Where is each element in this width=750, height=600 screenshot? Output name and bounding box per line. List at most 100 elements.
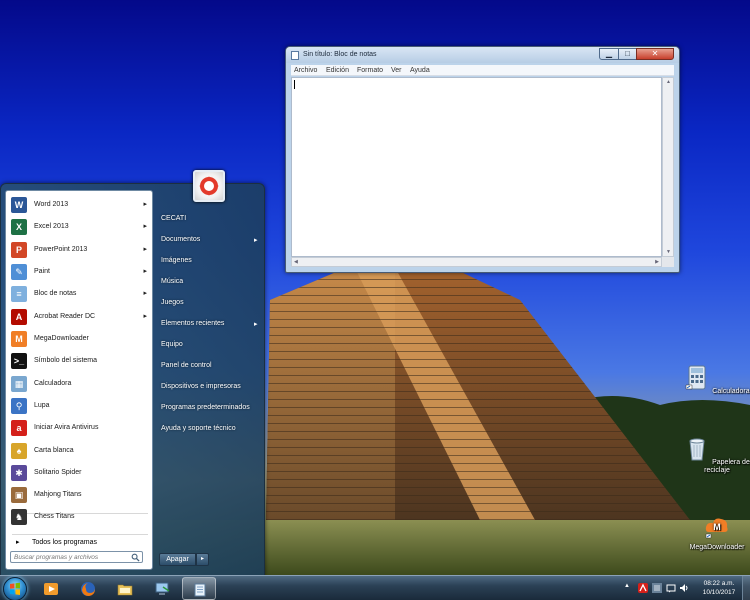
menu-formato[interactable]: Formato [357, 67, 383, 74]
all-programs-button[interactable]: ▸ Todos los programas [8, 535, 152, 551]
notepad-text-area[interactable] [291, 77, 662, 257]
program-item[interactable]: X Excel 2013 ▸ [8, 216, 152, 238]
submenu-arrow-icon[interactable]: ▸ [254, 236, 258, 244]
scroll-up-icon[interactable]: ▲ [666, 79, 671, 85]
submenu-arrow-icon[interactable]: ▸ [254, 320, 258, 328]
program-item[interactable]: >_ Símbolo del sistema [8, 350, 152, 372]
places-item[interactable]: Programas predeterminados [161, 404, 250, 411]
program-label: Chess Titans [34, 513, 75, 521]
start-button[interactable] [3, 577, 27, 600]
resize-grip[interactable] [662, 257, 674, 267]
word-icon: W [11, 197, 27, 213]
program-label: Iniciar Avira Antivirus [34, 424, 99, 432]
user-avatar-icon [199, 176, 219, 196]
notepad-icon [194, 583, 206, 597]
program-label: Excel 2013 [34, 223, 69, 231]
taskbar-notepad[interactable] [182, 577, 216, 600]
program-label: Solitario Spider [34, 468, 82, 476]
desktop-icon-megadownloader[interactable]: M MegaDownloader [681, 513, 750, 552]
places-item[interactable]: Dispositivos e impresoras [161, 383, 241, 390]
program-item[interactable]: ▣ Mahjong Titans [8, 484, 152, 506]
submenu-arrow-icon[interactable]: ▸ [143, 312, 147, 320]
search-input[interactable] [10, 551, 143, 563]
submenu-arrow-icon[interactable]: ▸ [143, 267, 147, 275]
places-item[interactable]: Panel de control [161, 362, 212, 369]
recycle-bin-icon [689, 438, 705, 461]
places-item[interactable]: CECATI [161, 215, 186, 222]
notepad-window[interactable]: Sin título: Bloc de notas ▁ □ ✕ Archivo … [285, 46, 680, 273]
action-center-icon[interactable] [666, 583, 676, 593]
folder-icon [117, 584, 133, 596]
program-item[interactable]: ≡ Bloc de notas ▸ [8, 283, 152, 305]
excel-icon: X [11, 219, 27, 236]
program-item[interactable]: ⚲ Lupa [8, 395, 152, 417]
taskbar-firefox[interactable] [71, 577, 105, 600]
menu-ayuda[interactable]: Ayuda [410, 67, 430, 74]
places-item[interactable]: Música [161, 278, 183, 285]
avira-icon: a [11, 420, 27, 437]
program-item[interactable]: ✎ Paint ▸ [8, 261, 152, 283]
minimize-button[interactable]: ▁ [599, 48, 619, 60]
start-menu-programs-pane: ▸ Todos los programas W Word 2013 ▸ X Excel … [5, 190, 153, 570]
freecell-icon: ♠ [11, 442, 27, 459]
taskbar-explorer[interactable] [108, 577, 142, 600]
user-picture[interactable] [193, 170, 225, 202]
desktop-icon-label: MegaDownloader [689, 544, 745, 551]
cmd-icon: >_ [11, 353, 27, 370]
vertical-scrollbar[interactable]: ▲ ▼ [662, 77, 674, 257]
language-tray-icon[interactable] [652, 583, 662, 593]
all-programs-arrow-icon: ▸ [16, 539, 20, 546]
show-hidden-icons[interactable]: ▲ [624, 583, 634, 593]
places-item[interactable]: Elementos recientes [161, 320, 224, 327]
desktop-icon-recycle-bin[interactable]: Papelera de reciclaje [681, 436, 750, 475]
notepad-titlebar[interactable]: Sin título: Bloc de notas ▁ □ ✕ [286, 47, 679, 63]
avira-tray-icon[interactable] [638, 583, 648, 593]
program-label: MegaDownloader [34, 335, 89, 342]
program-item[interactable]: a Iniciar Avira Antivirus [8, 417, 152, 439]
submenu-arrow-icon[interactable]: ▸ [143, 289, 147, 297]
places-item[interactable]: Ayuda y soporte técnico [161, 425, 236, 432]
menu-edicion[interactable]: Edición [326, 67, 349, 74]
places-item[interactable]: Imágenes [161, 257, 192, 264]
program-item[interactable]: ♞ Chess Titans [8, 506, 152, 528]
menu-ver[interactable]: Ver [391, 67, 402, 74]
scroll-down-icon[interactable]: ▼ [666, 249, 671, 255]
places-item[interactable]: Juegos [161, 299, 184, 306]
menu-archivo[interactable]: Archivo [294, 67, 317, 74]
scroll-right-icon[interactable]: ▶ [655, 259, 659, 265]
program-label: Paint [34, 267, 50, 275]
horizontal-scrollbar[interactable]: ◀ ▶ [291, 257, 662, 267]
program-item[interactable]: P PowerPoint 2013 ▸ [8, 239, 152, 261]
program-item[interactable]: A Acrobat Reader DC ▸ [8, 306, 152, 328]
places-item[interactable]: Documentos [161, 236, 200, 243]
submenu-arrow-icon[interactable]: ▸ [143, 222, 147, 230]
scroll-left-icon[interactable]: ◀ [294, 259, 298, 265]
firefox-icon [81, 582, 95, 596]
places-item[interactable]: Equipo [161, 341, 183, 348]
clock-date[interactable]: 10/10/2017 [698, 589, 740, 596]
maximize-button[interactable]: □ [618, 48, 637, 60]
close-button[interactable]: ✕ [636, 48, 674, 60]
megadownloader-icon: M [11, 331, 27, 347]
submenu-arrow-icon[interactable]: ▸ [143, 245, 147, 253]
show-desktop-button[interactable] [742, 576, 750, 600]
submenu-arrow-icon[interactable]: ▸ [143, 200, 147, 208]
desktop: Calculadora Papelera de reciclaje M Mega… [0, 0, 750, 575]
notepad-app-icon [291, 51, 299, 60]
program-item[interactable]: ▦ Calculadora [8, 373, 152, 395]
taskbar-network[interactable] [145, 577, 179, 600]
program-item[interactable]: ✱ Solitario Spider [8, 462, 152, 484]
program-item[interactable]: W Word 2013 ▸ [8, 194, 152, 216]
search-icon[interactable] [131, 553, 140, 562]
volume-icon[interactable] [679, 583, 689, 593]
spider-icon: ✱ [11, 464, 27, 481]
clock-time[interactable]: 08:22 a.m. [698, 580, 740, 587]
taskbar-media-player[interactable] [34, 577, 68, 600]
program-item[interactable]: ♠ Carta blanca [8, 440, 152, 462]
program-label: Word 2013 [34, 201, 69, 208]
program-item[interactable]: M MegaDownloader [8, 328, 152, 350]
powerpoint-icon: P [11, 241, 27, 258]
shutdown-options-button[interactable]: ▸ [196, 553, 209, 566]
shutdown-button[interactable]: Apagar [159, 553, 196, 566]
desktop-icon-calculator[interactable]: Calculadora [681, 365, 750, 396]
